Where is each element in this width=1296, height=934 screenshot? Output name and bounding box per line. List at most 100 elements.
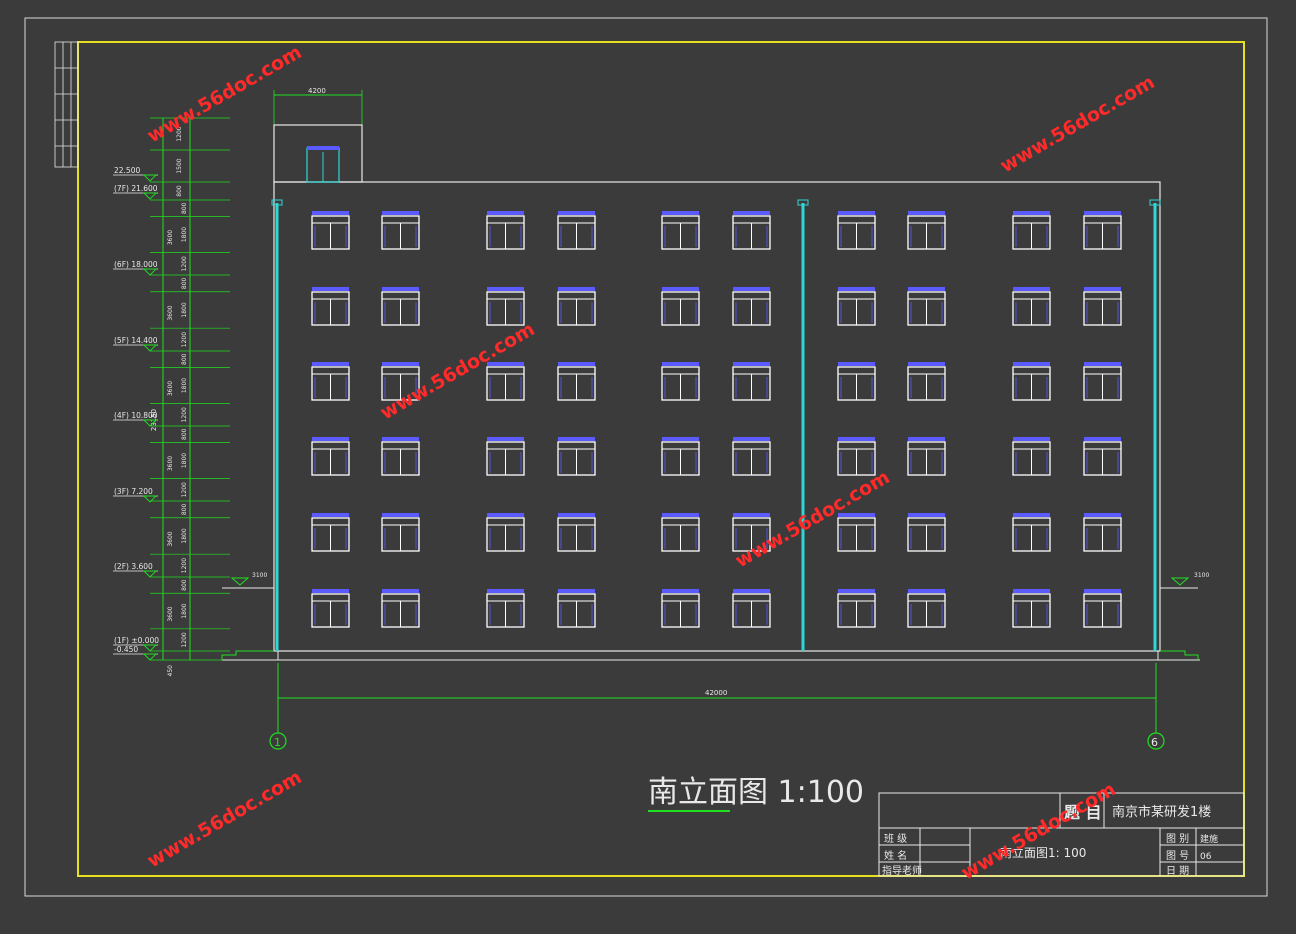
watermark-text: www.56doc.com [377,318,539,424]
window-head [733,211,770,215]
title-block-row-label: 班 级 [884,833,907,845]
window-head [838,287,875,291]
sub-dimension-text: 800 [181,503,188,515]
title-block-right-value: 06 [1200,852,1212,862]
level-label: (5F) 14.400 [114,336,158,345]
window-head [662,287,699,291]
sub-dimension-text: 1800 [181,378,188,393]
window-head [1084,362,1121,366]
sub-dimension-text: 800 [181,579,188,591]
left-steps [221,650,274,660]
watermark-text: www.56doc.com [997,71,1159,177]
level-triangle [142,174,158,182]
floor-dimension-text: 3600 [167,456,174,471]
window-head [1013,362,1050,366]
level-triangle [142,192,158,200]
facade-outline [273,181,1161,652]
window-head [908,362,945,366]
sub-dimension-text: 800 [181,277,188,289]
window-head [558,362,595,366]
level-triangle [142,644,158,652]
sub-dimension-text: 1800 [181,227,188,242]
window-head [908,211,945,215]
plinth [277,650,1159,661]
window-head [382,287,419,291]
sub-dimension-text: 1500 [176,158,183,173]
title-block-subject-value: 南京市某研发1楼 [1112,804,1211,820]
window-head [558,211,595,215]
sub-dimension-text: 1800 [181,528,188,543]
window-head [382,589,419,593]
sub-dimension-text: 800 [176,185,183,197]
window-grid [311,211,1122,628]
watermark-text: www.56doc.com [144,766,306,872]
window-head [1013,287,1050,291]
sub-dimension-text: 1800 [181,453,188,468]
window-head [487,211,524,215]
level-triangle [142,570,158,578]
window-head [1084,589,1121,593]
window-head [733,513,770,517]
window-head [733,287,770,291]
window-head [1013,211,1050,215]
window-head [312,437,349,441]
window-head [908,287,945,291]
window-head [1084,437,1121,441]
window-head [908,513,945,517]
window-head [487,589,524,593]
window-head [1013,513,1050,517]
sub-dimension-text: 1200 [181,632,188,647]
window-head [908,437,945,441]
ground-marker [1170,577,1190,586]
window-head [733,437,770,441]
window-head [1084,513,1121,517]
axis-label-1: 1 [274,736,281,749]
title-block-right-label: 图 别 [1166,833,1189,845]
sub-dimension-text: 1200 [181,482,188,497]
window-head [1084,211,1121,215]
window-head [312,287,349,291]
floor-dimension-text: 3600 [167,531,174,546]
title-block-right-label: 日 期 [1166,865,1189,877]
window-head [838,211,875,215]
window-head [733,589,770,593]
level-label: (6F) 18.000 [114,260,158,269]
total-dimension-text: 42000 [705,689,727,697]
title-block-right-label: 图 号 [1166,850,1189,862]
roof-door-head [307,146,339,150]
floor-dimension-text: 3600 [167,305,174,320]
level-label: (1F) ±0.000 [114,636,159,645]
roof-stair-box [273,124,363,183]
level-triangle [142,653,158,661]
sub-dimension-text: 1800 [181,302,188,317]
window-head [312,513,349,517]
sub-dimension-text: 1200 [181,558,188,573]
floor-dimension-text: 3600 [167,230,174,245]
window-head [312,211,349,215]
window-head [1084,287,1121,291]
window-head [662,513,699,517]
window-head [838,589,875,593]
watermarks: www.56doc.com www.56doc.com www.56doc.co… [144,41,1159,884]
window-head [558,589,595,593]
level-label: -0.450 [114,645,138,654]
window-head [662,437,699,441]
sub-dimension-text: 800 [181,202,188,214]
window-head [838,362,875,366]
level-label: 22.500 [114,166,140,175]
window-head [487,437,524,441]
level-triangle [142,268,158,276]
window-head [838,437,875,441]
stamp-table [54,41,79,168]
window-head [662,589,699,593]
title-block-row-label: 指导老师 [882,864,922,877]
ground-level-label: 3100 [252,572,267,579]
elevation-drawing: 4200420001 623150450120015008003600800180… [24,17,1268,897]
base-dimension-text: 450 [167,665,174,677]
window-head [558,287,595,291]
level-label: (7F) 21.600 [114,184,158,193]
drawing-frame [77,41,1245,877]
watermark-text: www.56doc.com [958,778,1120,884]
window-head [487,513,524,517]
sub-dimension-text: 1200 [181,256,188,271]
